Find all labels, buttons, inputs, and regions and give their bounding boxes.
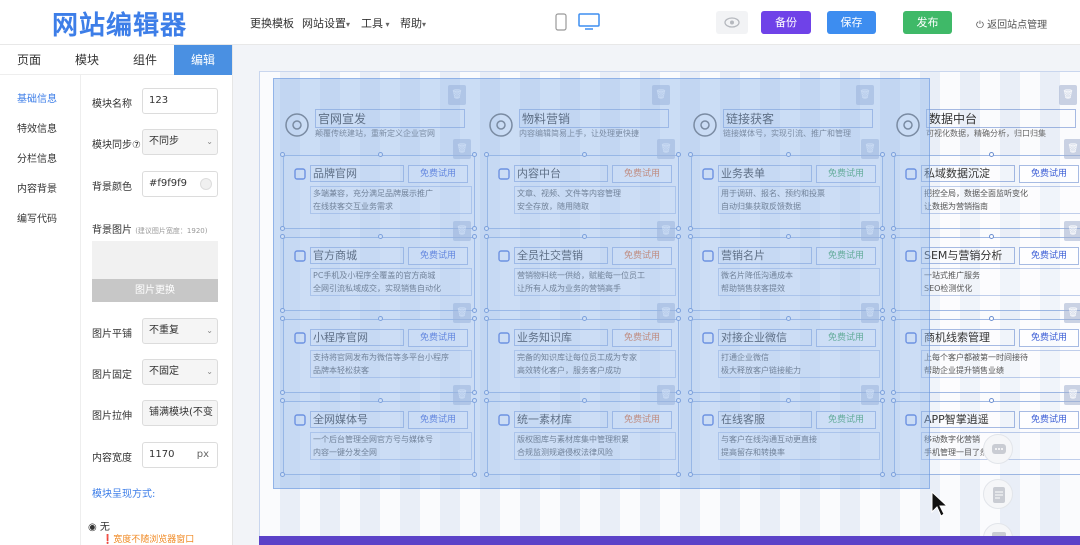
width-warning: ❗宽度不随浏览器窗口 (102, 535, 195, 545)
publish-button[interactable]: 发布 (903, 11, 952, 34)
preview-button[interactable] (716, 11, 748, 34)
width-unit: px (196, 449, 209, 460)
trash-icon[interactable]: 🗑 (1064, 221, 1080, 241)
card-description: 上每个客户都被第一时间接待 帮助企业提升销售业绩 (921, 350, 1080, 378)
sidenav-content-bg[interactable]: 内容背景 (17, 180, 57, 195)
chevron-down-icon: ⌄ (206, 326, 213, 335)
trash-icon[interactable]: 🗑 (1059, 85, 1077, 105)
module-name-label: 模块名称 (92, 99, 132, 110)
menu-template[interactable]: 更换模板 (250, 15, 294, 31)
tab-module[interactable]: 模块 (58, 45, 116, 75)
sync-label: 模块同步⑦ (92, 140, 141, 151)
tile-label: 图片平铺 (92, 329, 132, 340)
back-to-site-link[interactable]: ⏻ 返回站点管理 (976, 16, 1047, 31)
free-trial-button[interactable]: 免费试用 (1019, 247, 1079, 265)
chevron-down-icon: ▾ (383, 20, 390, 29)
resize-handle[interactable] (989, 152, 994, 157)
sidenav-basic-info[interactable]: 基础信息 (17, 90, 57, 105)
card-title: 私域数据沉淀 (921, 165, 1015, 182)
backup-button[interactable]: 备份 (761, 11, 811, 34)
chevron-down-icon: ▾ (422, 20, 427, 29)
trash-icon[interactable]: 🗑 (1064, 139, 1080, 159)
power-icon: ⏻ (976, 20, 984, 31)
card-desc-line: 帮助企业提升销售业绩 (924, 366, 1004, 375)
module-name-input[interactable]: 123 (142, 88, 218, 114)
next-section-bar (259, 536, 1080, 545)
menu-tools[interactable]: 工具 ▾ (361, 15, 390, 31)
desktop-view-icon[interactable] (578, 13, 600, 34)
resize-handle[interactable] (989, 234, 994, 239)
column-subtitle: 可视化数据，精确分析，归口归集 (926, 129, 1046, 138)
trash-icon[interactable]: 🗑 (1064, 385, 1080, 405)
radio-none[interactable]: ◉ 无 (88, 518, 110, 533)
stretch-select[interactable]: 铺满模块(不变 ⌄ (142, 400, 218, 426)
free-trial-button[interactable]: 免费试用 (1019, 165, 1079, 183)
chevron-down-icon: ⌄ (206, 408, 213, 417)
color-swatch[interactable] (200, 178, 212, 190)
sidenav-effects[interactable]: 特效信息 (17, 120, 57, 135)
card-desc-line: 一站式推广服务 (924, 271, 980, 280)
width-label: 内容宽度 (92, 453, 132, 464)
resize-handle[interactable] (989, 398, 994, 403)
card-desc-line: SEO检测优化 (924, 284, 973, 293)
document-icon (993, 487, 1005, 503)
chevron-down-icon: ▾ (346, 20, 351, 29)
sync-select[interactable]: 不同步 ⌄ (142, 129, 218, 155)
sidenav-columns[interactable]: 分栏信息 (17, 150, 57, 165)
doc-float-button[interactable] (983, 479, 1013, 509)
mouse-cursor-icon (930, 490, 950, 521)
divider (80, 75, 81, 545)
fixed-select[interactable]: 不固定 ⌄ (142, 359, 218, 385)
chat-icon (992, 444, 1006, 454)
warning-icon: ❗ (102, 535, 114, 545)
sidenav-code[interactable]: 编写代码 (17, 210, 57, 225)
bgimage-label: 背景图片 (建议图片宽度：1920) (92, 225, 208, 236)
card-description: 一站式推广服务 SEO检测优化 (921, 268, 1080, 296)
bgcolor-input[interactable]: #f9f9f9 (142, 171, 218, 197)
tab-component[interactable]: 组件 (116, 45, 174, 75)
chevron-down-icon: ⌄ (206, 367, 213, 376)
tab-page[interactable]: 页面 (0, 45, 58, 75)
chat-float-button[interactable] (983, 434, 1013, 464)
top-bar: 网站编辑器 更换模板 网站设置▾ 工具 ▾ 帮助▾ 备份 保存 发布 ⏻ 返回站… (0, 0, 1080, 45)
card-title: 商机线索管理 (921, 329, 1015, 346)
card-title: APP智掌逍遥 (921, 411, 1015, 428)
display-mode-label: 模块呈现方式: (92, 489, 156, 500)
eye-icon (724, 17, 740, 28)
stretch-label: 图片拉伸 (92, 411, 132, 422)
bgimage-hint: (建议图片宽度：1920) (135, 227, 208, 235)
tab-edit[interactable]: 编辑 (174, 45, 232, 75)
bgcolor-label: 背景颜色 (92, 182, 132, 193)
radio-icon: ◉ (88, 522, 97, 533)
free-trial-button[interactable]: 免费试用 (1019, 329, 1079, 347)
chevron-down-icon: ⌄ (206, 137, 213, 146)
app-logo: 网站编辑器 (52, 11, 188, 41)
change-image-button[interactable]: 图片更换 (92, 279, 218, 302)
tile-select[interactable]: 不重复 ⌄ (142, 318, 218, 344)
save-button[interactable]: 保存 (827, 11, 876, 34)
selection-box (273, 78, 930, 489)
resize-handle[interactable] (989, 316, 994, 321)
column-title: 数据中台 (926, 109, 1076, 128)
menu-settings[interactable]: 网站设置▾ (302, 15, 350, 31)
mobile-view-icon[interactable] (555, 13, 567, 34)
card-description: 把控全局，数据全面监听变化 让数据为营销指南 (921, 186, 1080, 214)
free-trial-button[interactable]: 免费试用 (1019, 411, 1079, 429)
menu-help[interactable]: 帮助▾ (400, 15, 426, 31)
left-panel: 页面 模块 组件 编辑 基础信息 特效信息 分栏信息 内容背景 编写代码 模块名… (0, 45, 233, 545)
card-desc-line: 把控全局，数据全面监听变化 (924, 189, 1028, 198)
card-desc-line: 上每个客户都被第一时间接待 (924, 353, 1028, 362)
editor-canvas[interactable]: 官网宣发 颠覆传统建站，重新定义企业官网 🗑 品牌官网 免费试用 多端兼容，充分满足品牌展… (233, 45, 1080, 545)
bgimage-preview (92, 241, 218, 279)
fixed-label: 图片固定 (92, 370, 132, 381)
panel-tabs: 页面 模块 组件 编辑 (0, 45, 233, 75)
card-desc-line: 让数据为营销指南 (924, 202, 988, 211)
trash-icon[interactable]: 🗑 (1064, 303, 1080, 323)
card-title: SEM与营销分析 (921, 247, 1015, 264)
width-input[interactable]: 1170 px (142, 442, 218, 468)
